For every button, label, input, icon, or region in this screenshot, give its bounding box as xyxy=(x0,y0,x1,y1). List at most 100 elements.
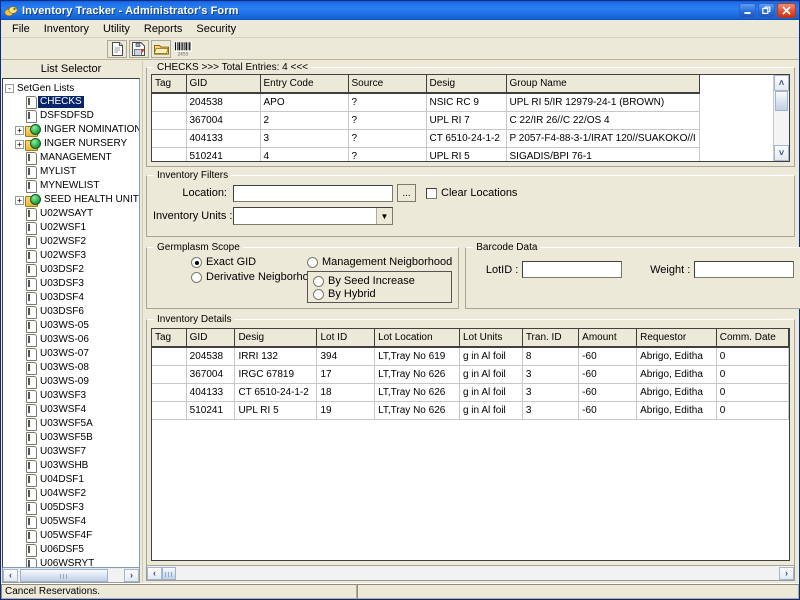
table-cell[interactable] xyxy=(152,383,187,402)
radio-by-seed-increase[interactable]: By Seed Increase xyxy=(313,275,446,287)
inventory-units-select[interactable]: ▼ xyxy=(233,207,393,225)
new-document-icon[interactable] xyxy=(107,39,127,58)
sidebar-item-u05wsf4f[interactable]: U05WSF4F xyxy=(5,529,139,543)
sidebar-item-u03ws-06[interactable]: U03WS-06 xyxy=(5,333,139,347)
lotid-input[interactable] xyxy=(522,261,623,278)
menu-utility[interactable]: Utility xyxy=(96,21,137,37)
table-cell[interactable]: 404133 xyxy=(186,129,261,148)
scroll-right-icon[interactable]: › xyxy=(124,568,139,582)
table-cell[interactable]: Abrigo, Editha xyxy=(636,383,717,402)
column-header-entry-code[interactable]: Entry Code xyxy=(260,75,349,94)
sidebar-item-u03wsf7[interactable]: U03WSF7 xyxy=(5,445,139,459)
menu-security[interactable]: Security xyxy=(189,21,243,37)
details-scroll-right-icon[interactable]: › xyxy=(779,566,794,580)
sidebar-item-u02wsf3[interactable]: U02WSF3 xyxy=(5,249,139,263)
details-body[interactable]: 204538 IRRI 132 394 LT,Tray No 619 g in Al f… xyxy=(152,347,789,420)
radio-exact-gid-icon[interactable] xyxy=(191,256,202,268)
details-hscroll-thumb[interactable] xyxy=(162,566,176,580)
sidebar-item-u06wsryt[interactable]: U06WSRYT xyxy=(5,557,139,567)
close-icon[interactable] xyxy=(777,3,796,18)
table-cell[interactable] xyxy=(152,129,187,148)
column-header-source[interactable]: Source xyxy=(348,75,427,94)
table-cell[interactable]: P 2057-F4-88-3-1/IRAT 120//SUAKOKO//I xyxy=(506,129,700,148)
scroll-up-icon[interactable]: ˄ xyxy=(774,75,789,91)
table-cell[interactable]: 367004 xyxy=(186,111,261,130)
table-cell[interactable]: 3 xyxy=(522,401,580,420)
table-cell[interactable]: -60 xyxy=(578,365,638,384)
sidebar-item-checks[interactable]: CHECKS xyxy=(5,95,139,109)
table-row[interactable]: 510241 4? UPL RI 5 SIGADIS/BPI 76-1 xyxy=(152,147,700,161)
table-cell[interactable]: 0 xyxy=(716,347,789,366)
sidebar-item-u05dsf3[interactable]: U05DSF3 xyxy=(5,501,139,515)
table-cell[interactable]: 19 xyxy=(316,401,376,420)
location-browse-button[interactable]: ... xyxy=(397,184,416,202)
table-cell[interactable]: LT,Tray No 626 xyxy=(374,383,460,402)
hscroll-thumb[interactable] xyxy=(20,568,108,582)
checks-vscrollbar[interactable]: ˄ ˅ xyxy=(773,75,789,161)
list-selector-tree[interactable]: - SetGen Lists CHECKS DSFSDFSD + INGER NOMI… xyxy=(3,79,139,567)
location-input[interactable] xyxy=(233,184,393,202)
table-cell[interactable]: APO xyxy=(260,93,349,112)
radio-derivative-neighborhood[interactable]: Derivative Neigborhood xyxy=(191,271,321,283)
clear-locations-checkbox[interactable] xyxy=(426,187,437,199)
details-hscrollbar[interactable]: ‹ › xyxy=(146,566,795,581)
sidebar-item-u03wsf4[interactable]: U03WSF4 xyxy=(5,403,139,417)
column-header-lot-units[interactable]: Lot Units xyxy=(459,329,523,348)
table-row[interactable]: 404133 3? CT 6510-24-1-2 P 2057-F4-88-3-1/I… xyxy=(152,129,700,148)
checks-grid-viewport[interactable]: Tag GID Entry Code Source Desig Group Name 20… xyxy=(152,75,773,161)
table-cell[interactable]: g in Al foil xyxy=(459,347,523,366)
table-cell[interactable]: 18 xyxy=(316,383,376,402)
table-cell[interactable]: 2 xyxy=(260,111,349,130)
table-cell[interactable]: 3 xyxy=(522,365,580,384)
details-scroll-left-icon[interactable]: ‹ xyxy=(147,566,162,580)
minimize-button[interactable] xyxy=(739,3,756,18)
table-cell[interactable]: 394 xyxy=(316,347,376,366)
sidebar-item-inger-nursery[interactable]: + INGER NURSERY xyxy=(5,137,139,151)
table-cell[interactable]: ? xyxy=(348,147,427,161)
table-row[interactable]: 367004 2? UPL RI 7C 22/IR 26//C 22/OS 4 xyxy=(152,111,700,130)
hscroll-track[interactable] xyxy=(18,568,124,582)
column-header-tag[interactable]: Tag xyxy=(152,75,187,94)
checks-table[interactable]: Tag GID Entry Code Source Desig Group Name 20… xyxy=(152,75,700,161)
table-row[interactable]: 510241 UPL RI 5 19 LT,Tray No 626 g in Al fo… xyxy=(152,401,789,420)
sidebar-item-u02wsayt[interactable]: U02WSAYT xyxy=(5,207,139,221)
details-grid[interactable]: Tag GID Desig Lot ID Lot Location Lot Units Tr… xyxy=(151,328,790,561)
maximize-restore-button[interactable] xyxy=(758,3,775,18)
radio-by-seed-increase-icon[interactable] xyxy=(313,275,324,287)
table-cell[interactable]: 0 xyxy=(716,383,789,402)
table-cell[interactable]: g in Al foil xyxy=(459,401,523,420)
column-header-lot-location[interactable]: Lot Location xyxy=(374,329,460,348)
column-header-gid[interactable]: GID xyxy=(186,329,236,348)
tree-expander-icon[interactable]: + xyxy=(15,139,24,149)
table-cell[interactable]: -60 xyxy=(578,347,638,366)
scroll-left-icon[interactable]: ‹ xyxy=(3,568,18,582)
sidebar-item-u05wsf4[interactable]: U05WSF4 xyxy=(5,515,139,529)
tree-expander-icon[interactable]: + xyxy=(15,125,24,135)
table-cell[interactable]: 510241 xyxy=(186,147,261,161)
sidebar-item-u06dsf5[interactable]: U06DSF5 xyxy=(5,543,139,557)
menu-inventory[interactable]: Inventory xyxy=(37,21,96,37)
table-row[interactable]: 404133 CT 6510-24-1-2 18 LT,Tray No 626 g in… xyxy=(152,383,789,402)
sidebar-item-u03ws-07[interactable]: U03WS-07 xyxy=(5,347,139,361)
tree-expander-icon[interactable]: + xyxy=(15,195,24,205)
table-cell[interactable]: 8 xyxy=(522,347,580,366)
table-cell[interactable]: IRRI 132 xyxy=(234,347,318,366)
table-cell[interactable]: 0 xyxy=(716,401,789,420)
sidebar-item-seed-health-unit[interactable]: + SEED HEALTH UNIT xyxy=(5,193,139,207)
sidebar-item-u02wsf2[interactable]: U02WSF2 xyxy=(5,235,139,249)
save-document-icon[interactable] xyxy=(129,39,149,58)
sidebar-item-u03wsf3[interactable]: U03WSF3 xyxy=(5,389,139,403)
table-cell[interactable] xyxy=(152,93,187,112)
table-cell[interactable]: -60 xyxy=(578,401,638,420)
table-cell[interactable]: UPL RI 5/IR 12979-24-1 (BROWN) xyxy=(506,93,700,112)
table-cell[interactable]: LT,Tray No 626 xyxy=(374,401,460,420)
sidebar-item-u04dsf1[interactable]: U04DSF1 xyxy=(5,473,139,487)
table-row[interactable]: 204538 APO? NSIC RC 9 UPL RI 5/IR 12979-24-… xyxy=(152,93,700,112)
radio-exact-gid[interactable]: Exact GID xyxy=(191,256,303,268)
column-header-requestor[interactable]: Requestor xyxy=(636,329,717,348)
table-row[interactable]: 204538 IRRI 132 394 LT,Tray No 619 g in Al f… xyxy=(152,347,789,366)
table-cell[interactable]: 4 xyxy=(260,147,349,161)
list-selector-tree-container[interactable]: - SetGen Lists CHECKS DSFSDFSD + INGER NOMI… xyxy=(2,78,140,568)
sidebar-item-dsfsdfsd[interactable]: DSFSDFSD xyxy=(5,109,139,123)
details-hscroll-track[interactable] xyxy=(162,566,779,580)
